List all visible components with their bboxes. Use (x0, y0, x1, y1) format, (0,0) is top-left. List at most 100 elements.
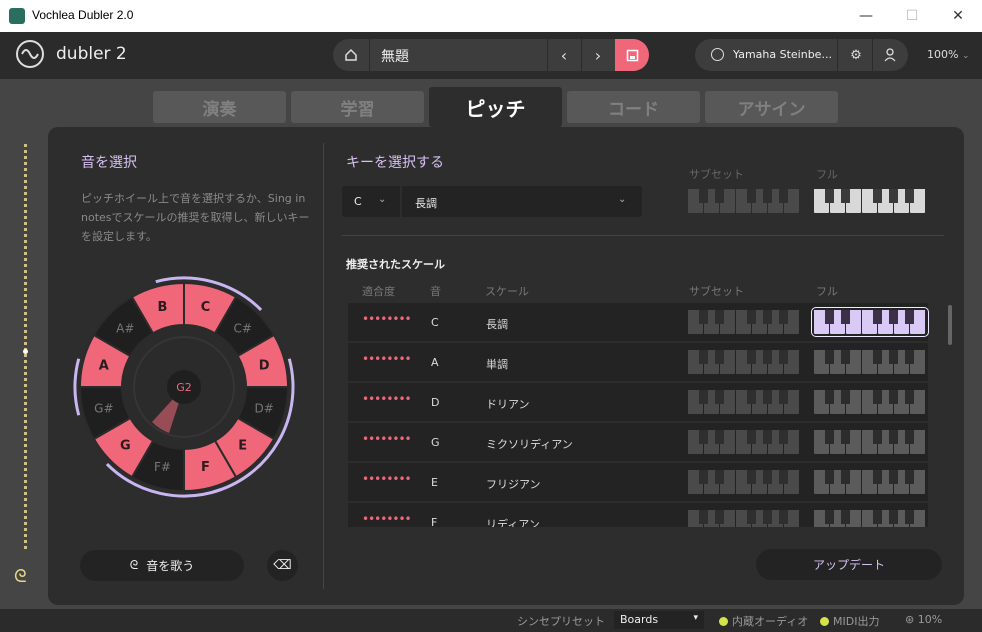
row-full-keyboard[interactable] (814, 430, 926, 454)
window-title: Vochlea Dubler 2.0 (32, 8, 134, 22)
fit-dots: •••••••• (362, 352, 412, 366)
home-button[interactable] (333, 39, 370, 71)
black-key (825, 470, 834, 484)
app-icon (9, 8, 25, 24)
next-project-button[interactable]: › (581, 39, 614, 71)
row-subset-keyboard[interactable] (688, 350, 800, 374)
clear-button[interactable]: ⌫ (267, 550, 298, 581)
close-button[interactable]: ✕ (935, 0, 981, 32)
black-key (779, 430, 788, 444)
black-key (699, 510, 708, 524)
row-full-keyboard[interactable] (811, 307, 929, 337)
tab-learn[interactable]: 学習 (291, 91, 424, 123)
main-area: 演奏 学習 ピッチ コード アサイン 音を選択 ピッチホイール上で音を選択するか… (0, 79, 982, 609)
cpu-meter: ⊛ 10% (905, 613, 942, 626)
project-name[interactable]: 無題 (381, 46, 409, 66)
internal-audio-toggle[interactable]: 内蔵オーディオ (719, 613, 808, 629)
row-subset-keyboard[interactable] (688, 310, 800, 334)
cpu-icon: ⊛ (905, 613, 915, 626)
full-keyboard[interactable] (814, 189, 926, 213)
col-note: 音 (430, 285, 441, 298)
black-key (905, 189, 914, 203)
row-note: D (431, 396, 440, 409)
wheel-label: D# (255, 401, 274, 415)
scale-row[interactable]: •••••••• E フリジアン (348, 463, 928, 501)
gear-icon: ⚙ (850, 47, 862, 63)
black-key (747, 430, 756, 444)
list-scrollbar[interactable] (948, 305, 952, 345)
pitch-wheel[interactable]: C C# D D# E F F# G G# A A# B G2 (69, 272, 299, 502)
black-key (763, 510, 772, 524)
scale-list: •••••••• C 長調 •••••••• A 単調 •••••••• D ドリアン •••••… (348, 303, 938, 527)
col-full: フル (816, 285, 838, 298)
black-key (873, 470, 882, 484)
logo-text: dubler 2 (56, 44, 127, 64)
divider (342, 235, 944, 236)
row-full-keyboard[interactable] (814, 470, 926, 494)
wheel-label: D (259, 359, 270, 374)
row-note: E (431, 476, 438, 489)
scale-row[interactable]: •••••••• G ミクソリディアン (348, 423, 928, 461)
user-icon (884, 48, 896, 62)
black-key (905, 390, 914, 404)
tuning-icon[interactable]: ᘓ (14, 566, 27, 587)
account-button[interactable] (872, 39, 909, 71)
microphone-icon: ᘓ (129, 558, 139, 572)
row-subset-keyboard[interactable] (688, 430, 800, 454)
tab-perform[interactable]: 演奏 (153, 91, 286, 123)
tab-chords[interactable]: コード (567, 91, 700, 123)
scale-row[interactable]: •••••••• A 単調 (348, 343, 928, 381)
chevron-down-icon: ⌄ (378, 194, 387, 205)
black-key (699, 350, 708, 364)
zoom-select[interactable]: 100% ⌄ (927, 48, 970, 61)
prev-project-button[interactable]: ‹ (547, 39, 580, 71)
maximize-button[interactable]: ☐ (889, 0, 935, 32)
scale-dropdown[interactable]: 長調 (415, 195, 437, 211)
black-key (889, 470, 898, 484)
black-key (841, 470, 850, 484)
scale-row[interactable]: •••••••• D ドリアン (348, 383, 928, 421)
synth-preset-label: シンセプリセット (517, 615, 605, 628)
tab-pitch[interactable]: ピッチ (429, 87, 562, 127)
center-note: G2 (176, 381, 192, 394)
dubler-logo-icon (16, 40, 44, 68)
scale-row[interactable]: •••••••• F リディアン (348, 503, 928, 527)
save-button[interactable] (615, 39, 649, 71)
device-name[interactable]: Yamaha Steinbe... (733, 48, 832, 61)
midi-out-toggle[interactable]: MIDI出力 (820, 613, 879, 629)
tab-assign[interactable]: アサイン (705, 91, 838, 123)
note-select-description: ピッチホイール上で音を選択するか、Sing in notesでスケールの推奨を取… (81, 192, 310, 243)
black-key (779, 189, 788, 203)
subset-keyboard[interactable] (688, 189, 800, 213)
settings-button[interactable]: ⚙ (837, 39, 874, 71)
row-scale: 長調 (486, 318, 508, 331)
update-button[interactable]: アップデート (756, 549, 942, 580)
row-scale: ミクソリディアン (486, 438, 573, 451)
key-dropdown[interactable]: C (354, 195, 362, 208)
scale-row[interactable]: •••••••• C 長調 (348, 303, 929, 341)
sing-notes-label: 音を歌う (146, 559, 195, 573)
recommended-title: 推奨されたスケール (346, 258, 445, 271)
row-subset-keyboard[interactable] (688, 390, 800, 414)
row-scale: 単調 (486, 358, 508, 371)
key-selector: C ⌄ 長調 ⌄ (342, 186, 642, 217)
key-select-title: キーを選択する (346, 155, 444, 171)
black-key (825, 510, 834, 524)
black-key (699, 430, 708, 444)
wheel-label: A (99, 359, 109, 374)
row-note: G (431, 436, 440, 449)
row-full-keyboard[interactable] (814, 350, 926, 374)
black-key (747, 350, 756, 364)
minimize-button[interactable]: — (843, 0, 889, 32)
row-full-keyboard[interactable] (814, 390, 926, 414)
black-key (747, 470, 756, 484)
black-key (715, 430, 724, 444)
zoom-level: 100% (927, 48, 959, 61)
black-key (699, 470, 708, 484)
sing-notes-button[interactable]: ᘓ 音を歌う (80, 550, 244, 581)
preset-dropdown[interactable]: Boards ▾ (614, 611, 704, 629)
row-subset-keyboard[interactable] (688, 510, 800, 527)
row-full-keyboard[interactable] (814, 510, 926, 527)
row-subset-keyboard[interactable] (688, 470, 800, 494)
black-key (889, 350, 898, 364)
